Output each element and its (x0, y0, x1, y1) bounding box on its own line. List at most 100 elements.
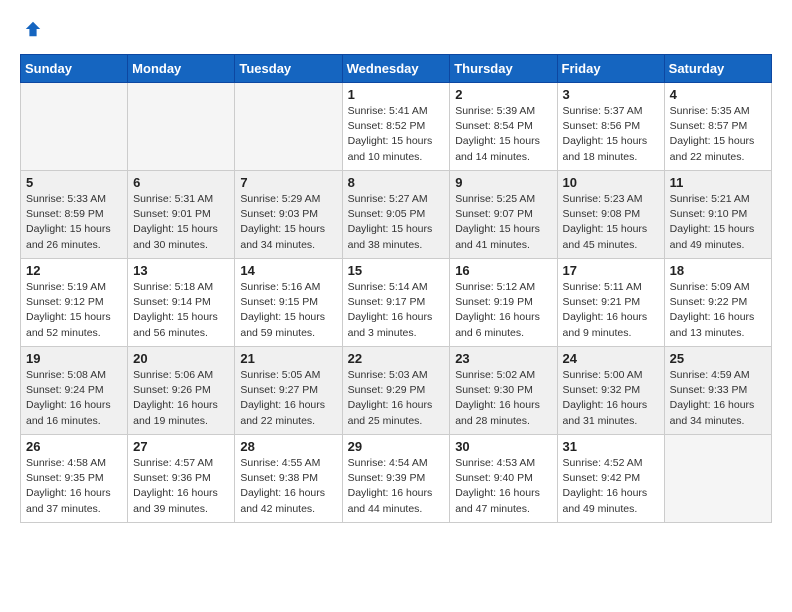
calendar-cell: 29 Sunrise: 4:54 AM Sunset: 9:39 PM Dayli… (342, 435, 450, 523)
day-info: Sunrise: 5:29 AM Sunset: 9:03 PM Dayligh… (240, 192, 336, 253)
day-info: Sunrise: 5:39 AM Sunset: 8:54 PM Dayligh… (455, 104, 551, 165)
calendar-cell: 5Sunrise: 5:33 AM Sunset: 8:59 PM Daylig… (21, 171, 128, 259)
calendar-cell: 27 Sunrise: 4:57 AM Sunset: 9:36 PM Dayli… (128, 435, 235, 523)
day-info: Sunrise: 5:33 AM Sunset: 8:59 PM Dayligh… (26, 192, 122, 253)
week-row-1: 1Sunrise: 5:41 AM Sunset: 8:52 PM Daylig… (21, 83, 772, 171)
calendar-cell: 23 Sunrise: 5:02 AM Sunset: 9:30 PM Dayli… (450, 347, 557, 435)
calendar-cell: 3 Sunrise: 5:37 AM Sunset: 8:56 PM Daylig… (557, 83, 664, 171)
day-number: 31 (563, 439, 659, 454)
day-info: Sunrise: 5:23 AM Sunset: 9:08 PM Dayligh… (563, 192, 659, 253)
calendar-cell: 14 Sunrise: 5:16 AM Sunset: 9:15 PM Dayli… (235, 259, 342, 347)
day-info: Sunrise: 5:21 AM Sunset: 9:10 PM Dayligh… (670, 192, 766, 253)
day-number: 8 (348, 175, 445, 190)
calendar-cell: 4Sunrise: 5:35 AM Sunset: 8:57 PM Daylig… (664, 83, 771, 171)
day-info: Sunrise: 4:55 AM Sunset: 9:38 PM Dayligh… (240, 456, 336, 517)
day-number: 20 (133, 351, 229, 366)
day-info: Sunrise: 5:14 AM Sunset: 9:17 PM Dayligh… (348, 280, 445, 341)
weekday-header-thursday: Thursday (450, 55, 557, 83)
day-info: Sunrise: 5:25 AM Sunset: 9:07 PM Dayligh… (455, 192, 551, 253)
day-info: Sunrise: 5:02 AM Sunset: 9:30 PM Dayligh… (455, 368, 551, 429)
calendar-cell: 10 Sunrise: 5:23 AM Sunset: 9:08 PM Dayli… (557, 171, 664, 259)
calendar-cell: 28 Sunrise: 4:55 AM Sunset: 9:38 PM Dayli… (235, 435, 342, 523)
day-info: Sunrise: 5:16 AM Sunset: 9:15 PM Dayligh… (240, 280, 336, 341)
calendar-cell: 9Sunrise: 5:25 AM Sunset: 9:07 PM Daylig… (450, 171, 557, 259)
day-info: Sunrise: 5:19 AM Sunset: 9:12 PM Dayligh… (26, 280, 122, 341)
weekday-header-saturday: Saturday (664, 55, 771, 83)
day-info: Sunrise: 5:05 AM Sunset: 9:27 PM Dayligh… (240, 368, 336, 429)
day-number: 27 (133, 439, 229, 454)
day-number: 24 (563, 351, 659, 366)
day-info: Sunrise: 4:59 AM Sunset: 9:33 PM Dayligh… (670, 368, 766, 429)
day-number: 16 (455, 263, 551, 278)
day-number: 1 (348, 87, 445, 102)
day-info: Sunrise: 4:57 AM Sunset: 9:36 PM Dayligh… (133, 456, 229, 517)
day-number: 3 (563, 87, 659, 102)
day-number: 7 (240, 175, 336, 190)
day-number: 11 (670, 175, 766, 190)
calendar-cell: 11 Sunrise: 5:21 AM Sunset: 9:10 PM Dayli… (664, 171, 771, 259)
calendar-cell (235, 83, 342, 171)
day-info: Sunrise: 5:27 AM Sunset: 9:05 PM Dayligh… (348, 192, 445, 253)
day-info: Sunrise: 5:06 AM Sunset: 9:26 PM Dayligh… (133, 368, 229, 429)
day-info: Sunrise: 5:08 AM Sunset: 9:24 PM Dayligh… (26, 368, 122, 429)
calendar-table: SundayMondayTuesdayWednesdayThursdayFrid… (20, 54, 772, 523)
day-info: Sunrise: 5:12 AM Sunset: 9:19 PM Dayligh… (455, 280, 551, 341)
calendar-cell: 8 Sunrise: 5:27 AM Sunset: 9:05 PM Daylig… (342, 171, 450, 259)
calendar-cell (128, 83, 235, 171)
weekday-header-wednesday: Wednesday (342, 55, 450, 83)
day-info: Sunrise: 4:54 AM Sunset: 9:39 PM Dayligh… (348, 456, 445, 517)
calendar-cell (664, 435, 771, 523)
calendar-cell: 15Sunrise: 5:14 AM Sunset: 9:17 PM Dayli… (342, 259, 450, 347)
day-info: Sunrise: 5:00 AM Sunset: 9:32 PM Dayligh… (563, 368, 659, 429)
day-number: 6 (133, 175, 229, 190)
calendar-cell: 30 Sunrise: 4:53 AM Sunset: 9:40 PM Dayli… (450, 435, 557, 523)
calendar-cell (21, 83, 128, 171)
day-info: Sunrise: 5:03 AM Sunset: 9:29 PM Dayligh… (348, 368, 445, 429)
day-info: Sunrise: 5:31 AM Sunset: 9:01 PM Dayligh… (133, 192, 229, 253)
weekday-header-row: SundayMondayTuesdayWednesdayThursdayFrid… (21, 55, 772, 83)
day-number: 17 (563, 263, 659, 278)
day-number: 30 (455, 439, 551, 454)
day-number: 26 (26, 439, 122, 454)
weekday-header-friday: Friday (557, 55, 664, 83)
calendar-cell: 12 Sunrise: 5:19 AM Sunset: 9:12 PM Dayli… (21, 259, 128, 347)
calendar-cell: 16 Sunrise: 5:12 AM Sunset: 9:19 PM Dayli… (450, 259, 557, 347)
week-row-2: 5Sunrise: 5:33 AM Sunset: 8:59 PM Daylig… (21, 171, 772, 259)
weekday-header-sunday: Sunday (21, 55, 128, 83)
day-number: 23 (455, 351, 551, 366)
logo (20, 20, 42, 38)
weekday-header-tuesday: Tuesday (235, 55, 342, 83)
weekday-header-monday: Monday (128, 55, 235, 83)
calendar-cell: 24 Sunrise: 5:00 AM Sunset: 9:32 PM Dayli… (557, 347, 664, 435)
day-number: 29 (348, 439, 445, 454)
day-number: 14 (240, 263, 336, 278)
day-number: 12 (26, 263, 122, 278)
calendar-cell: 7 Sunrise: 5:29 AM Sunset: 9:03 PM Daylig… (235, 171, 342, 259)
day-info: Sunrise: 5:18 AM Sunset: 9:14 PM Dayligh… (133, 280, 229, 341)
day-info: Sunrise: 4:53 AM Sunset: 9:40 PM Dayligh… (455, 456, 551, 517)
calendar-cell: 22 Sunrise: 5:03 AM Sunset: 9:29 PM Dayli… (342, 347, 450, 435)
calendar-cell: 26 Sunrise: 4:58 AM Sunset: 9:35 PM Dayli… (21, 435, 128, 523)
week-row-5: 26 Sunrise: 4:58 AM Sunset: 9:35 PM Dayli… (21, 435, 772, 523)
day-info: Sunrise: 5:09 AM Sunset: 9:22 PM Dayligh… (670, 280, 766, 341)
calendar-cell: 31 Sunrise: 4:52 AM Sunset: 9:42 PM Dayli… (557, 435, 664, 523)
day-info: Sunrise: 5:37 AM Sunset: 8:56 PM Dayligh… (563, 104, 659, 165)
calendar-cell: 21Sunrise: 5:05 AM Sunset: 9:27 PM Dayli… (235, 347, 342, 435)
calendar-cell: 6 Sunrise: 5:31 AM Sunset: 9:01 PM Daylig… (128, 171, 235, 259)
day-number: 28 (240, 439, 336, 454)
day-info: Sunrise: 5:11 AM Sunset: 9:21 PM Dayligh… (563, 280, 659, 341)
day-number: 10 (563, 175, 659, 190)
page-header (20, 20, 772, 38)
day-number: 22 (348, 351, 445, 366)
logo-icon (24, 20, 42, 38)
calendar-cell: 19 Sunrise: 5:08 AM Sunset: 9:24 PM Dayli… (21, 347, 128, 435)
day-number: 19 (26, 351, 122, 366)
calendar-cell: 2Sunrise: 5:39 AM Sunset: 8:54 PM Daylig… (450, 83, 557, 171)
calendar-cell: 17 Sunrise: 5:11 AM Sunset: 9:21 PM Dayli… (557, 259, 664, 347)
day-info: Sunrise: 4:52 AM Sunset: 9:42 PM Dayligh… (563, 456, 659, 517)
week-row-3: 12 Sunrise: 5:19 AM Sunset: 9:12 PM Dayli… (21, 259, 772, 347)
week-row-4: 19 Sunrise: 5:08 AM Sunset: 9:24 PM Dayli… (21, 347, 772, 435)
day-info: Sunrise: 4:58 AM Sunset: 9:35 PM Dayligh… (26, 456, 122, 517)
day-info: Sunrise: 5:35 AM Sunset: 8:57 PM Dayligh… (670, 104, 766, 165)
calendar-cell: 1Sunrise: 5:41 AM Sunset: 8:52 PM Daylig… (342, 83, 450, 171)
